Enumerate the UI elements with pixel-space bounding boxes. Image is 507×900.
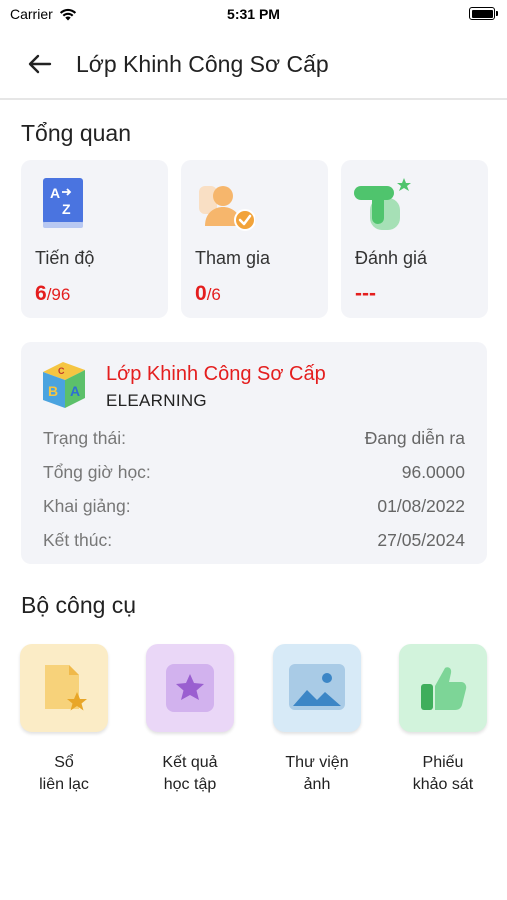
tool-learning-results[interactable]: Kết quả học tập bbox=[145, 644, 235, 796]
battery-icon bbox=[469, 7, 498, 20]
status-row: Trạng thái: Đang diễn ra bbox=[43, 428, 465, 454]
svg-text:B: B bbox=[48, 383, 58, 399]
class-name: Lớp Khinh Công Sơ Cấp bbox=[106, 363, 326, 385]
tool-photo-library[interactable]: Thư viện ảnh bbox=[272, 644, 362, 796]
start-date-value: 01/08/2022 bbox=[377, 496, 465, 516]
star-badge-icon bbox=[166, 664, 214, 712]
clock: 5:31 PM bbox=[227, 6, 280, 22]
attendance-label: Tham gia bbox=[195, 248, 271, 268]
tool-photo-library-tile[interactable] bbox=[273, 644, 361, 732]
hand-star-icon bbox=[354, 178, 411, 230]
toolkit-title: Bộ công cụ bbox=[21, 592, 137, 618]
tool-learning-results-label: Kết quả học tập bbox=[162, 754, 218, 793]
class-info-card: C B A Lớp Khinh Công Sơ Cấp ELEARNING Tr… bbox=[21, 342, 487, 564]
user-check-icon bbox=[199, 186, 255, 231]
az-book-icon: A Z bbox=[43, 178, 83, 228]
notebook-star-icon bbox=[45, 665, 87, 711]
status-bar: Carrier 5:31 PM bbox=[0, 0, 507, 30]
tool-contact-book[interactable]: Sổ liên lạc bbox=[19, 644, 109, 796]
page-title: Lớp Khinh Công Sơ Cấp bbox=[76, 50, 329, 77]
attendance-value: 0/6 bbox=[195, 282, 221, 305]
overview-title: Tổng quan bbox=[21, 120, 131, 146]
tool-contact-book-tile[interactable] bbox=[20, 644, 108, 732]
start-date-label: Khai giảng: bbox=[43, 496, 131, 516]
tool-learning-results-tile[interactable] bbox=[146, 644, 234, 732]
tool-photo-library-label: Thư viện ảnh bbox=[285, 754, 349, 793]
start-date-row: Khai giảng: 01/08/2022 bbox=[43, 496, 465, 522]
progress-label: Tiến độ bbox=[35, 248, 95, 268]
progress-value: 6/96 bbox=[35, 282, 71, 305]
class-type: ELEARNING bbox=[106, 391, 207, 410]
back-button[interactable] bbox=[20, 44, 60, 84]
status-value: Đang diễn ra bbox=[364, 428, 465, 448]
progress-card[interactable]: A Z Tiến độ 6/96 bbox=[21, 160, 168, 318]
attendance-card[interactable]: Tham gia 0/6 bbox=[181, 160, 328, 318]
svg-text:C: C bbox=[58, 366, 65, 376]
total-hours-label: Tổng giờ học: bbox=[43, 462, 151, 482]
app-header: Lớp Khinh Công Sơ Cấp bbox=[0, 30, 507, 100]
total-hours-row: Tổng giờ học: 96.0000 bbox=[43, 462, 465, 488]
arrow-left-icon bbox=[28, 54, 52, 74]
svg-text:Z: Z bbox=[62, 201, 71, 217]
status-label: Trạng thái: bbox=[43, 428, 127, 448]
rating-value: --- bbox=[355, 282, 376, 305]
rating-label: Đánh giá bbox=[355, 248, 428, 268]
rating-card[interactable]: Đánh giá --- bbox=[341, 160, 488, 318]
image-icon bbox=[289, 664, 345, 710]
tool-survey-tile[interactable] bbox=[399, 644, 487, 732]
tool-survey[interactable]: Phiếu khảo sát bbox=[398, 644, 488, 796]
abc-blocks-icon: C B A bbox=[43, 362, 85, 408]
end-date-label: Kết thúc: bbox=[43, 530, 113, 550]
svg-text:A: A bbox=[70, 383, 80, 399]
tool-survey-label: Phiếu khảo sát bbox=[412, 754, 474, 793]
thumbs-up-icon bbox=[421, 667, 467, 710]
tool-contact-book-label: Sổ liên lạc bbox=[39, 754, 89, 793]
end-date-row: Kết thúc: 27/05/2024 bbox=[43, 530, 465, 556]
end-date-value: 27/05/2024 bbox=[377, 530, 465, 550]
total-hours-value: 96.0000 bbox=[401, 462, 465, 482]
svg-text:A: A bbox=[50, 185, 60, 201]
